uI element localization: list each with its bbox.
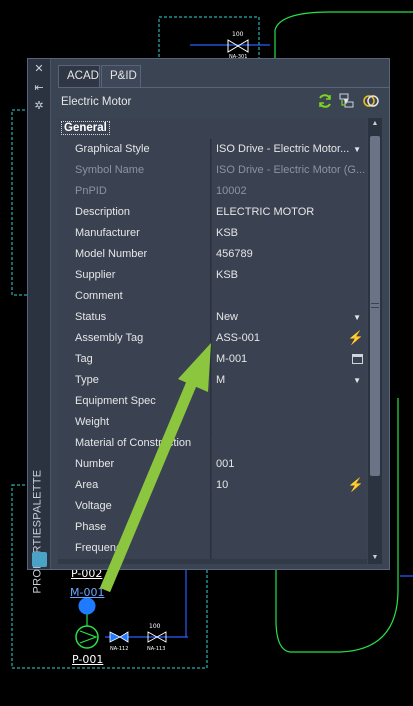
property-value[interactable]: 456789: [212, 244, 367, 265]
scrollbar-grip-icon: [371, 303, 379, 308]
cad-tag-m001[interactable]: M-001: [70, 586, 104, 599]
property-row-phase[interactable]: Phase: [58, 517, 367, 538]
property-value[interactable]: [212, 517, 367, 538]
palette-title-strip[interactable]: ✕ ⇤ ✲ PROPERTIESPALETTE: [28, 59, 51, 594]
tab-pid[interactable]: P&ID: [101, 65, 141, 87]
cad-motor-m001[interactable]: [78, 597, 96, 615]
property-row-material-of-construction[interactable]: Material of Construction: [58, 433, 367, 454]
property-value[interactable]: New ▼: [212, 307, 367, 328]
property-name: Model Number: [58, 244, 211, 265]
cad-vessel-top: [274, 11, 413, 60]
property-name: Number: [58, 454, 211, 475]
property-name: Phase: [58, 517, 211, 538]
tab-divider: [58, 87, 389, 88]
settings-icon[interactable]: ✲: [32, 99, 46, 113]
properties-palette: ✕ ⇤ ✲ PROPERTIESPALETTE ACAD P&ID Electr…: [27, 58, 390, 594]
scroll-up-icon[interactable]: ▲: [368, 118, 382, 130]
property-value[interactable]: [212, 412, 367, 433]
cad-tag-p001[interactable]: P-001: [72, 653, 103, 666]
category-label: General: [61, 121, 110, 135]
palette-logo-icon: [32, 552, 47, 567]
property-name: Frequency: [58, 538, 211, 559]
refresh-icon[interactable]: [317, 93, 333, 109]
property-value[interactable]: 001: [212, 454, 367, 475]
property-row-assembly-tag[interactable]: Assembly Tag ASS-001 ⚡: [58, 328, 367, 349]
chevron-down-icon[interactable]: ▼: [353, 370, 361, 391]
property-value[interactable]: M ▼: [212, 370, 367, 391]
valve2-tag: NA-113: [147, 646, 165, 652]
property-name: Comment: [58, 286, 211, 307]
category-general[interactable]: General: [58, 118, 367, 139]
property-grid: General Graphical Style ISO Drive - Elec…: [58, 118, 367, 564]
valve1-tag: NA-112: [110, 646, 128, 652]
chevron-down-icon[interactable]: ▼: [353, 139, 361, 160]
cad-pump-p001[interactable]: [75, 613, 99, 649]
property-value[interactable]: 10 ⚡: [212, 475, 367, 496]
property-name: Area: [58, 475, 211, 496]
property-name: Graphical Style: [58, 139, 211, 160]
property-name: Tag: [58, 349, 211, 370]
property-value[interactable]: ASS-001 ⚡: [212, 328, 367, 349]
property-row-frequency[interactable]: Frequency: [58, 538, 367, 559]
property-row-description[interactable]: Description ELECTRIC MOTOR: [58, 202, 367, 223]
filter-icon[interactable]: [339, 93, 355, 109]
property-row-model-number[interactable]: Model Number 456789: [58, 244, 367, 265]
property-grid-scrollbar[interactable]: ▲ ▼: [368, 118, 382, 564]
property-name: Material of Construction: [58, 433, 211, 454]
auto-hide-icon[interactable]: ⇤: [32, 81, 46, 95]
property-row-weight[interactable]: Weight: [58, 412, 367, 433]
palette-title: PROPERTIESPALETTE: [31, 469, 44, 594]
property-name: Description: [58, 202, 211, 223]
property-name: Status: [58, 307, 211, 328]
chevron-down-icon[interactable]: ▼: [353, 307, 361, 328]
property-row-pnpid: PnPID 10002: [58, 181, 367, 202]
property-value[interactable]: KSB: [212, 265, 367, 286]
property-value: 10002: [212, 181, 367, 202]
property-value[interactable]: ELECTRIC MOTOR: [212, 202, 367, 223]
property-row-equipment-spec[interactable]: Equipment Spec: [58, 391, 367, 412]
assign-tag-window-icon[interactable]: [352, 354, 363, 364]
selector-value: Electric Motor: [61, 96, 132, 108]
property-name: Type: [58, 370, 211, 391]
property-value[interactable]: [212, 538, 367, 559]
property-row-area[interactable]: Area 10 ⚡: [58, 475, 367, 496]
property-name: Weight: [58, 412, 211, 433]
property-name: Supplier: [58, 265, 211, 286]
lightning-bolt-icon[interactable]: ⚡: [348, 330, 364, 346]
property-value[interactable]: [212, 433, 367, 454]
property-row-graphical-style[interactable]: Graphical Style ISO Drive - Electric Mot…: [58, 139, 367, 160]
property-name: PnPID: [58, 181, 211, 202]
property-row-voltage[interactable]: Voltage: [58, 496, 367, 517]
property-row-type[interactable]: Type M ▼: [58, 370, 367, 391]
property-name: Symbol Name: [58, 160, 211, 181]
property-value[interactable]: ISO Drive - Electric Motor... ▼: [212, 139, 367, 160]
tab-acad[interactable]: ACAD: [58, 65, 100, 87]
property-row-supplier[interactable]: Supplier KSB: [58, 265, 367, 286]
property-name: Assembly Tag: [58, 328, 211, 349]
scroll-down-icon[interactable]: ▼: [368, 552, 382, 564]
property-value[interactable]: KSB: [212, 223, 367, 244]
property-value[interactable]: [212, 496, 367, 517]
property-value: ISO Drive - Electric Motor (G...: [212, 160, 367, 181]
lightning-bolt-icon[interactable]: ⚡: [348, 477, 364, 493]
close-icon[interactable]: ✕: [32, 62, 46, 76]
toggle-pickadd-icon[interactable]: [363, 93, 379, 109]
object-type-selector[interactable]: Electric Motor ▼: [58, 92, 358, 112]
valve2-number: 100: [149, 623, 161, 630]
property-row-manufacturer[interactable]: Manufacturer KSB: [58, 223, 367, 244]
property-row-tag[interactable]: Tag M-001: [58, 349, 367, 370]
property-row-comment[interactable]: Comment: [58, 286, 367, 307]
property-value[interactable]: M-001: [212, 349, 367, 370]
property-row-symbol-name: Symbol Name ISO Drive - Electric Motor (…: [58, 160, 367, 181]
property-value[interactable]: [212, 286, 367, 307]
property-row-status[interactable]: Status New ▼: [58, 307, 367, 328]
property-name: Voltage: [58, 496, 211, 517]
cad-valve-na112[interactable]: NA-112: [109, 631, 128, 652]
property-name: Manufacturer: [58, 223, 211, 244]
valve-top-number: 100: [232, 31, 244, 38]
property-value[interactable]: [212, 391, 367, 412]
property-name: Equipment Spec: [58, 391, 211, 412]
property-row-number[interactable]: Number 001: [58, 454, 367, 475]
